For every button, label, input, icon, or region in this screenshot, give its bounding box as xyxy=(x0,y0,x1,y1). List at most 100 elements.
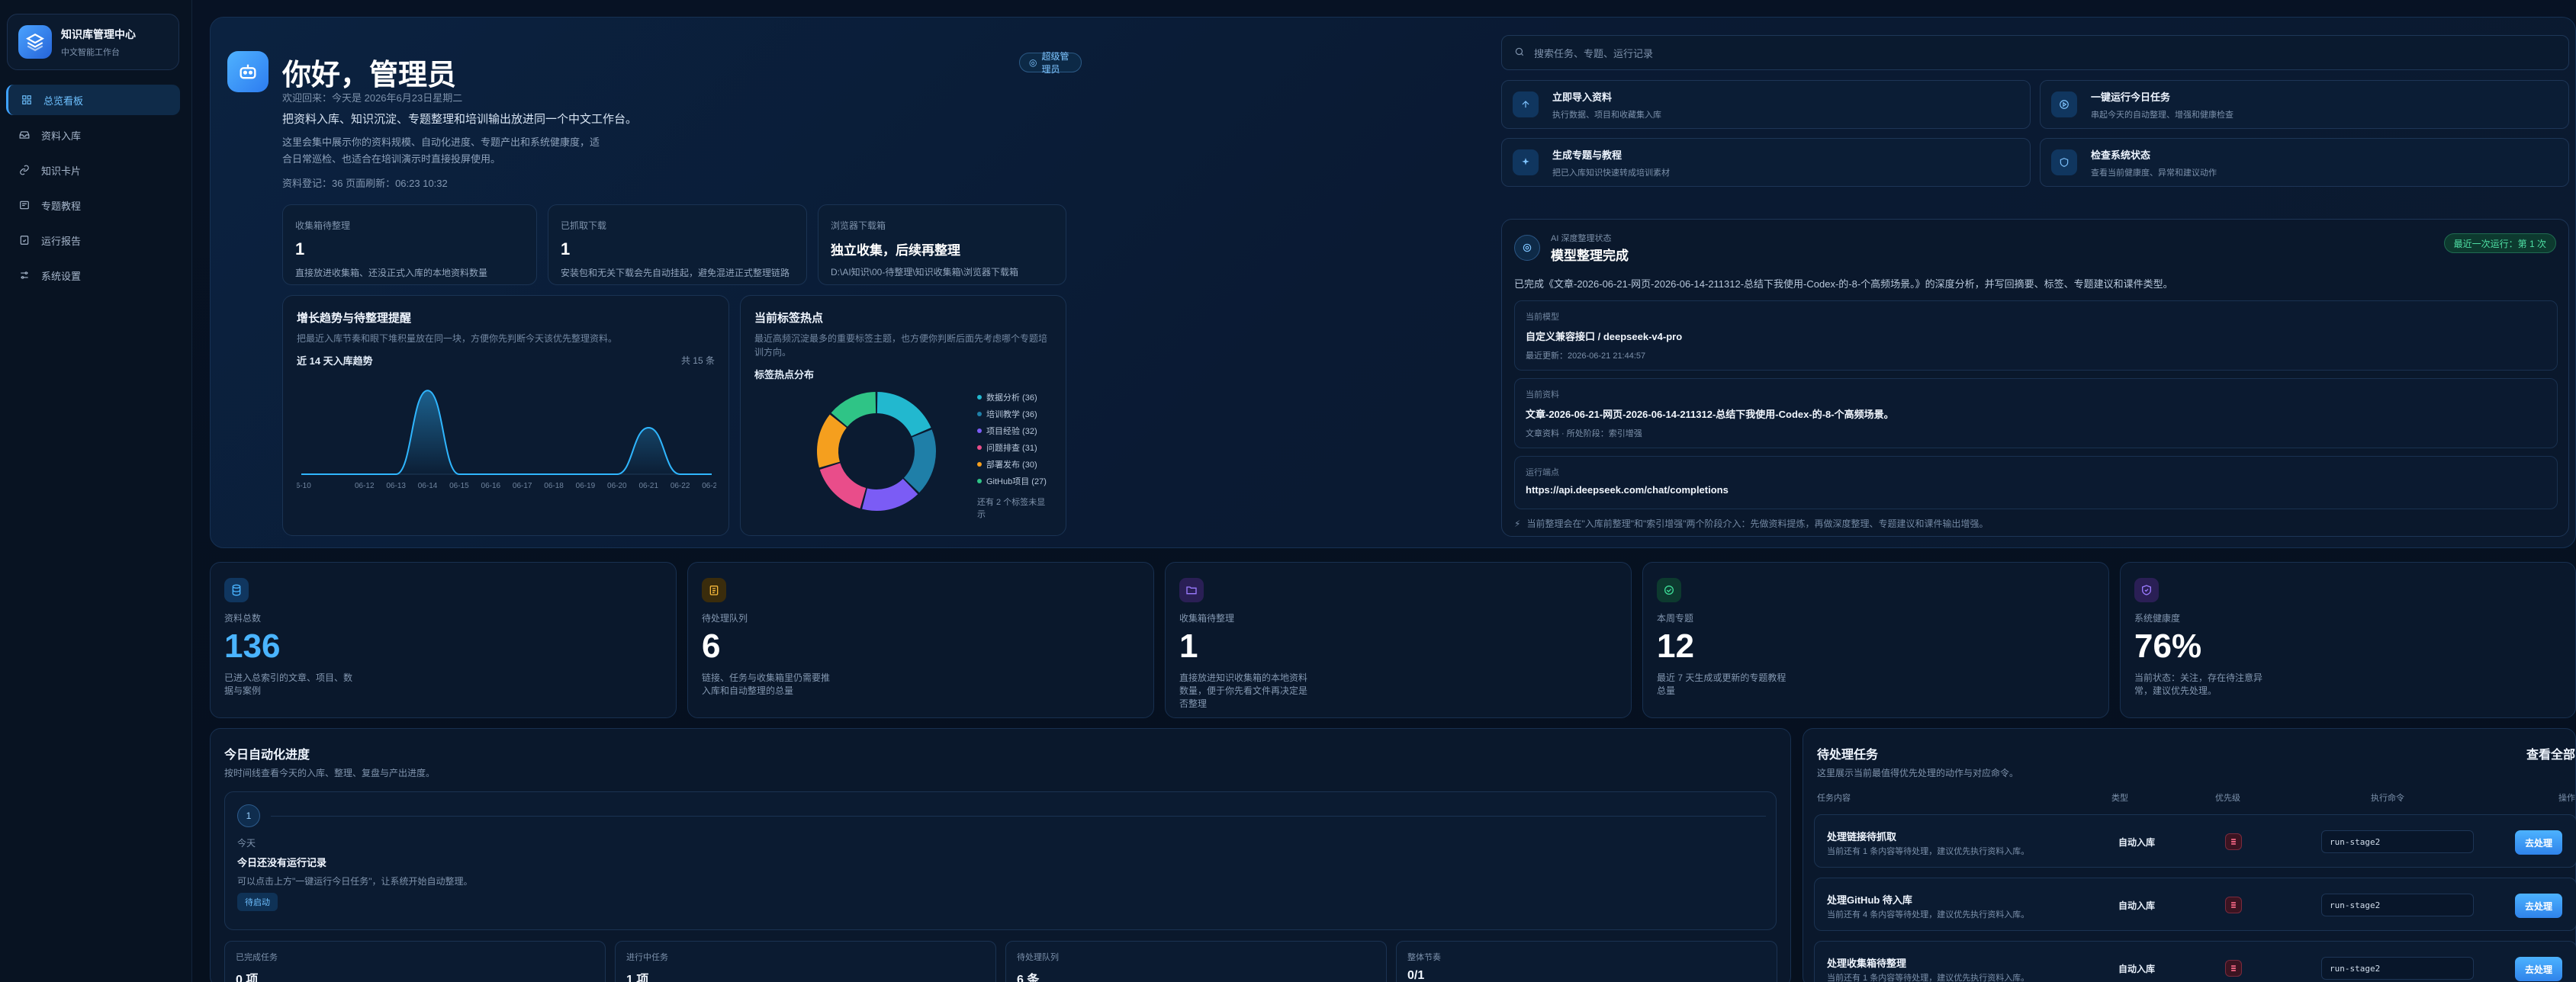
progress-stat-label: 进行中任务 xyxy=(626,953,668,962)
sidebar-nav: 总览看板 资料入库 知识卡片 专题教程 运行报告 系统设置 xyxy=(6,85,180,295)
quick-action-title: 立即导入资料 xyxy=(1552,91,1613,103)
app-name: 知识库管理中心 xyxy=(61,27,136,40)
trend-panel: 增长趋势与待整理提醒 把最近入库节奏和眼下堆积量放在同一块，方便你先判断今天该优… xyxy=(282,295,729,536)
clipboard-icon xyxy=(702,578,726,602)
ai-status-card: AI 深度整理状态 模型整理完成 最近一次运行：第 1 次 已完成《文章-202… xyxy=(1501,219,2569,537)
legend-item: GitHub项目 (27) xyxy=(977,473,1047,489)
ai-footnote: ⚡ 当前整理会在"入库前整理"和"索引增强"两个阶段介入：先做资料提炼，再做深度… xyxy=(1514,517,1988,530)
tags-title: 当前标签热点 xyxy=(754,312,824,325)
donut-slice xyxy=(862,478,918,511)
sidebar-item-dashboard[interactable]: 总览看板 xyxy=(6,85,180,115)
stat-label: 待处理队列 xyxy=(702,613,748,624)
task-command[interactable]: run-stage2 xyxy=(2321,830,2474,853)
task-title: 处理链接待抓取 xyxy=(1827,831,1897,842)
stat-value: 1 xyxy=(1179,627,1198,665)
mini-card-desc: 安装包和无关下载会先自动挂起，避免混进正式整理链路 xyxy=(561,268,790,278)
stat-desc: 直接放进知识收集箱的本地资料数量，便于你先看文件再决定是否整理 xyxy=(1179,672,1308,709)
progress-title: 今日自动化进度 xyxy=(224,749,310,762)
mini-card-browser-downloads: 浏览器下载箱 独立收集，后续再整理 D:\AI知识\00-待整理\知识收集箱\浏… xyxy=(818,204,1066,285)
task-command[interactable]: run-stage2 xyxy=(2321,894,2474,916)
ai-resource-sub: 文章资料 · 所处阶段：索引增强 xyxy=(1526,429,1642,438)
search-bar[interactable]: 搜索任务、专题、运行记录 xyxy=(1501,35,2569,70)
quick-action-run-today[interactable]: 一键运行今日任务 串起今天的自动整理、增强和健康检查 xyxy=(2040,80,2569,129)
sidebar-item-reports[interactable]: 运行报告 xyxy=(6,225,180,255)
ai-status-title: 模型整理完成 xyxy=(1551,249,1629,263)
sidebar-item-label: 知识卡片 xyxy=(41,165,82,177)
progress-subtitle: 按时间线查看今天的入库、整理、复盘与产出进度。 xyxy=(224,768,436,778)
quick-action-import[interactable]: 立即导入资料执行数据、项目和收藏集入库 xyxy=(1501,80,2031,129)
stat-value: 12 xyxy=(1657,627,1694,665)
quick-action-sub: 执行数据、项目和收藏集入库 xyxy=(1552,110,1661,120)
legend-label: 培训教学 (36) xyxy=(986,410,1037,419)
book-icon xyxy=(18,199,31,211)
x-tick-label: 06-13 xyxy=(386,482,406,490)
badge-icon: ◎ xyxy=(1029,57,1037,68)
progress-stat-label: 已完成任务 xyxy=(236,953,278,962)
donut-slice xyxy=(819,463,867,509)
task-title: 处理GitHub 待入库 xyxy=(1827,894,1912,906)
mini-card-label: 收集箱待整理 xyxy=(295,220,351,231)
sidebar-item-cards[interactable]: 知识卡片 xyxy=(6,155,180,185)
legend-item: 问题排查 (31) xyxy=(977,439,1047,456)
welcome-text: 欢迎回来：今天是 2026年6月23日星期二 xyxy=(282,92,463,104)
column-header: 执行命令 xyxy=(2371,794,2404,803)
legend-item: 项目经验 (32) xyxy=(977,422,1047,439)
table-row: 处理链接待抓取 当前还有 1 条内容等待处理，建议优先执行资料入库。 自动入库 … xyxy=(1814,814,2576,868)
go-handle-button[interactable]: 去处理 xyxy=(2515,957,2562,981)
mini-card-value: 1 xyxy=(561,239,571,258)
quick-action-check[interactable]: 检查系统状态 查看当前健康度、异常和建议动作 xyxy=(2040,138,2569,187)
sidebar-item-topics[interactable]: 专题教程 xyxy=(6,190,180,220)
x-tick-label: 06-10 xyxy=(297,482,311,490)
x-tick-label: 06-14 xyxy=(418,482,438,490)
x-tick-label: 06-15 xyxy=(449,482,469,490)
folder-icon xyxy=(1179,578,1204,602)
stat-card-total: 资料总数 136 已进入总索引的文章、项目、数据与案例 xyxy=(210,562,677,718)
mini-card-value: 1 xyxy=(295,239,305,258)
timeline-day: 今天 xyxy=(237,838,256,849)
progress-stat-rhythm: 整体节奏 0/1 xyxy=(1396,941,1777,982)
x-tick-label: 06-21 xyxy=(638,482,658,490)
settings-icon xyxy=(18,269,31,281)
stat-value: 76% xyxy=(2134,627,2202,665)
app-subtitle: 中文智能工作台 xyxy=(61,47,120,57)
legend-swatch xyxy=(977,395,982,400)
mini-card-value: 独立收集，后续再整理 xyxy=(831,243,960,258)
sidebar-item-label: 系统设置 xyxy=(41,270,82,282)
progress-stat-queue: 待处理队列 6 条 xyxy=(1005,941,1387,982)
legend-label: 项目经验 (32) xyxy=(986,427,1037,436)
mini-card-inbox: 收集箱待整理 1 直接放进收集箱、还没正式入库的本地资料数量 xyxy=(282,204,537,285)
quick-action-generate[interactable]: 生成专题与教程 把已入库知识快速转成培训素材 xyxy=(1501,138,2031,187)
hero-description: 这里会集中展示你的资料规模、自动化进度、专题产出和系统健康度，适合日常巡检、也适… xyxy=(282,136,600,165)
stat-card-topics: 本周专题 12 最近 7 天生成或更新的专题教程总量 xyxy=(1642,562,2109,718)
legend-swatch xyxy=(977,412,982,416)
sidebar-item-settings[interactable]: 系统设置 xyxy=(6,260,180,290)
trend-chart: 06-10 06-12 06-13 06-14 06-15 06-16 06-17 06-18… xyxy=(291,390,722,490)
progress-stat-value: 6 条 xyxy=(1017,974,1040,982)
table-row: 处理收集箱待整理 当前还有 1 条内容等待处理，建议优先执行资料入库。 自动入库… xyxy=(1814,941,2576,982)
column-header: 类型 xyxy=(2111,794,2128,803)
x-tick-label: 06-19 xyxy=(576,482,596,490)
hero-meta: 资料登记：36 页面刷新：06:23 10:32 xyxy=(282,178,448,189)
brand[interactable]: 知识库管理中心 中文智能工作台 xyxy=(7,14,179,70)
view-all-link[interactable]: 查看全部 xyxy=(2526,744,2575,762)
timeline-status-button[interactable]: 待启动 xyxy=(237,893,278,911)
search-input[interactable]: 搜索任务、专题、运行记录 xyxy=(1534,46,1653,60)
task-command[interactable]: run-stage2 xyxy=(2321,957,2474,980)
tags-more: 还有 2 个标签未显示 xyxy=(977,498,1046,519)
task-sub: 当前还有 1 条内容等待处理，建议优先执行资料入库。 xyxy=(1827,847,2030,856)
report-icon xyxy=(18,234,31,246)
legend-swatch xyxy=(977,479,982,483)
timeline-step: 1 xyxy=(237,804,260,827)
trend-area xyxy=(301,390,712,474)
pending-tasks: 待处理任务 查看全部 这里展示当前最值得优先处理的动作与对应命令。 任务内容 类… xyxy=(1803,728,2576,982)
donut-slice xyxy=(817,414,847,468)
legend-label: GitHub项目 (27) xyxy=(986,477,1047,486)
stat-label: 本周专题 xyxy=(1657,613,1694,624)
quick-action-sub: 把已入库知识快速转成培训素材 xyxy=(1552,168,1670,178)
inbox-icon xyxy=(18,129,31,141)
ai-model-value: 自定义兼容接口 / deepseek-v4-pro xyxy=(1526,331,1683,342)
sidebar-item-import[interactable]: 资料入库 xyxy=(6,120,180,150)
quick-action-title: 检查系统状态 xyxy=(2091,149,2151,161)
go-handle-button[interactable]: 去处理 xyxy=(2515,830,2562,855)
go-handle-button[interactable]: 去处理 xyxy=(2515,894,2562,918)
